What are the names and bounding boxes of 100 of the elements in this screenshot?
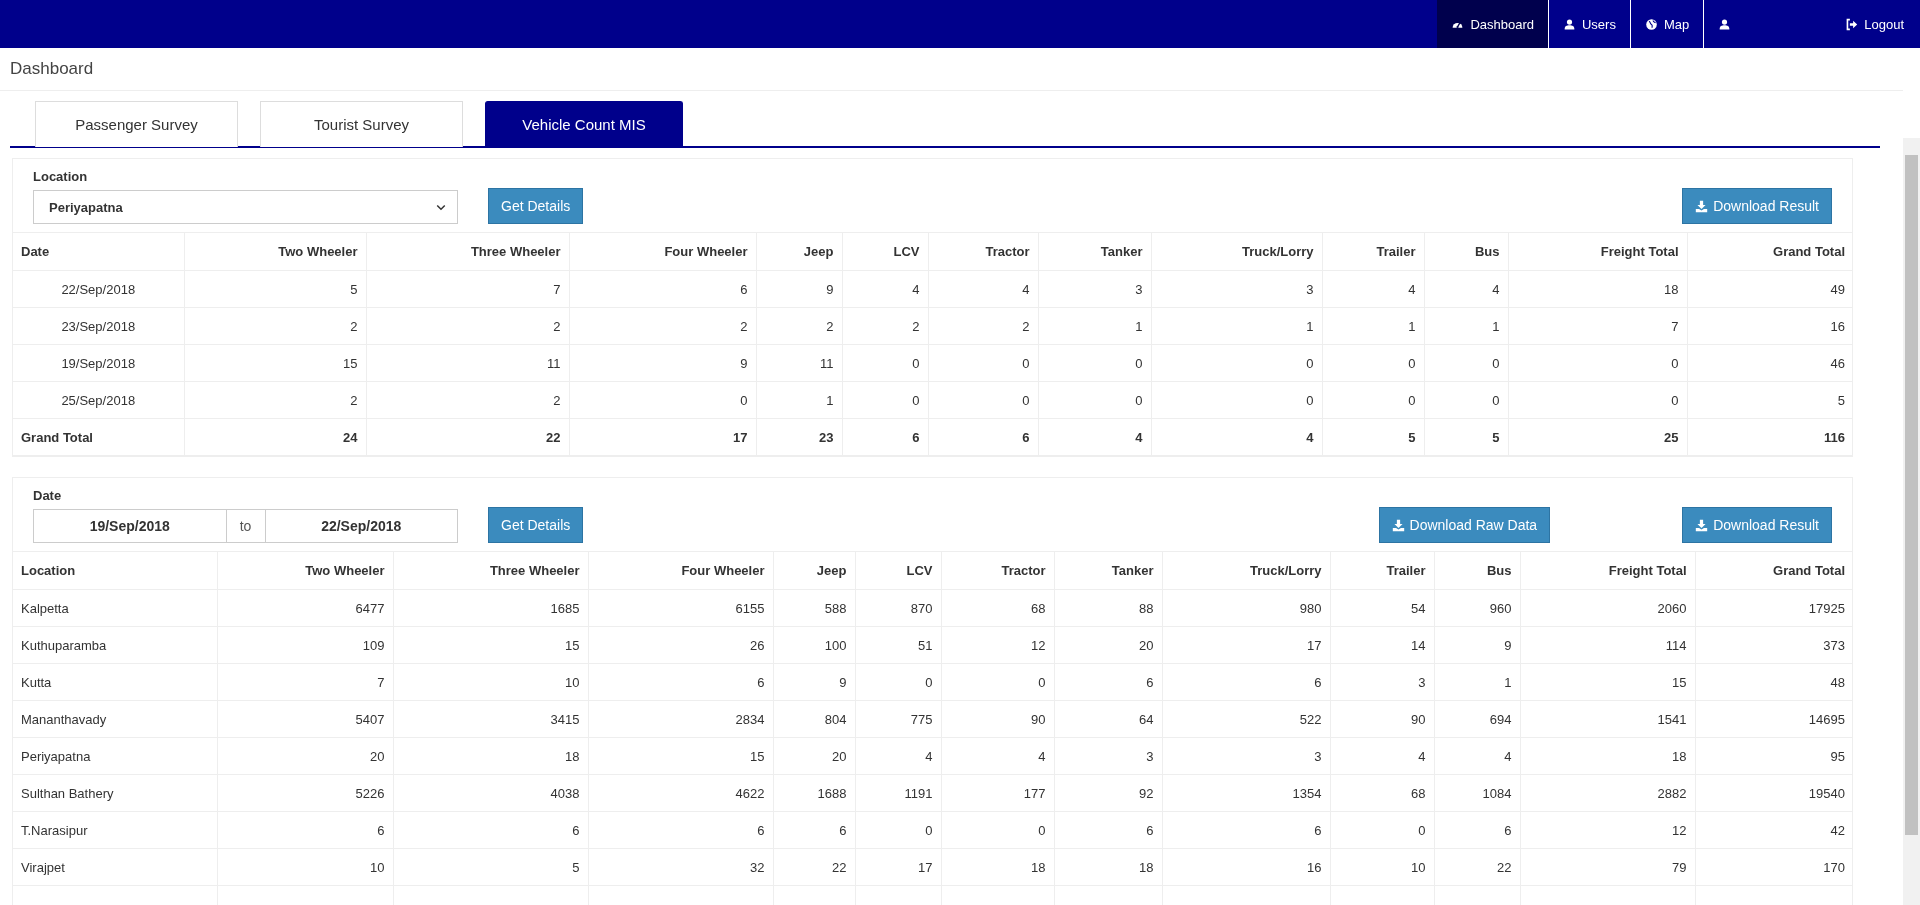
table-cell: 6 <box>588 663 773 701</box>
table-cell: 22 <box>1434 848 1520 886</box>
table-cell: 11 <box>366 344 569 382</box>
table-cell: 5 <box>393 848 588 886</box>
table-cell: 0 <box>1330 811 1434 849</box>
table-cell: 775 <box>855 700 941 738</box>
column-header: LCV <box>842 232 928 271</box>
table-cell: 100 <box>773 626 855 664</box>
table-cell: 18 <box>1054 848 1162 886</box>
table-cell: 2 <box>184 307 366 345</box>
table-cell: 4 <box>1424 270 1508 308</box>
row-label: 22/Sep/2018 <box>13 270 184 308</box>
table-cell: 23 <box>756 418 842 456</box>
table-cell: 18 <box>941 848 1054 886</box>
column-header: Two Wheeler <box>217 551 393 590</box>
table-cell: 3 <box>1330 663 1434 701</box>
table-cell: 10 <box>217 848 393 886</box>
column-header: Truck/Lorry <box>1162 551 1330 590</box>
table-cell: 2882 <box>1520 774 1695 812</box>
table-cell: 6477 <box>217 589 393 627</box>
table-cell: 18 <box>1520 737 1695 775</box>
tab[interactable]: Vehicle Count MIS <box>485 101 683 147</box>
table-cell: 4 <box>928 270 1038 308</box>
table-cell: 15 <box>1520 663 1695 701</box>
column-header: Trailer <box>1330 551 1434 590</box>
table-cell: 17 <box>1162 626 1330 664</box>
table-cell: 9 <box>569 344 756 382</box>
table-cell: 9 <box>773 663 855 701</box>
column-header: Grand Total <box>1687 232 1853 271</box>
table-cell: 7 <box>366 270 569 308</box>
table-cell: 6 <box>217 811 393 849</box>
column-header: Bus <box>1434 551 1520 590</box>
tab[interactable]: Tourist Survey <box>260 101 463 147</box>
table-cell: 54 <box>1330 589 1434 627</box>
location-select[interactable]: Periyapatna <box>33 190 458 224</box>
column-header: Location <box>13 551 217 590</box>
table-cell: 4 <box>855 737 941 775</box>
table-cell: 17 <box>569 418 756 456</box>
table-cell: 2 <box>184 381 366 419</box>
table-cell: 6 <box>1054 663 1162 701</box>
table-cell: 2 <box>756 307 842 345</box>
table-cell: 2834 <box>588 700 773 738</box>
table-cell: 0 <box>1038 381 1151 419</box>
table-cell: 90 <box>941 700 1054 738</box>
column-header: Four Wheeler <box>588 551 773 590</box>
table-cell: 4 <box>1038 418 1151 456</box>
table-cell: 12 <box>1520 811 1695 849</box>
table-cell: 1354 <box>1162 774 1330 812</box>
table-cell: 0 <box>1322 344 1424 382</box>
table-cell: 3 <box>1054 737 1162 775</box>
download-button[interactable]: Download Result <box>1682 507 1832 543</box>
column-header: Freight Total <box>1520 551 1695 590</box>
table-cell: 4 <box>1151 418 1322 456</box>
download-button[interactable]: Download Result <box>1682 188 1832 224</box>
table-cell: 694 <box>1434 700 1520 738</box>
table-cell: 20 <box>773 737 855 775</box>
table-cell: 7 <box>217 663 393 701</box>
table-cell: 14 <box>1330 626 1434 664</box>
table-cell: 0 <box>941 663 1054 701</box>
table-cell: 1 <box>1151 307 1322 345</box>
table-cell: 1685 <box>393 589 588 627</box>
table-cell: 2 <box>366 381 569 419</box>
get-details-button[interactable]: Get Details <box>488 188 584 224</box>
table-cell: 6 <box>588 811 773 849</box>
table-cell: 6 <box>928 418 1038 456</box>
column-header: Four Wheeler <box>569 232 756 271</box>
scrollbar-thumb[interactable] <box>1905 155 1918 835</box>
field-label: Date <box>33 488 63 503</box>
table-cell: 588 <box>773 589 855 627</box>
download-button[interactable]: Download Raw Data <box>1378 507 1551 543</box>
table-cell: 0 <box>928 344 1038 382</box>
table-cell: 2 <box>842 307 928 345</box>
table-cell: 15 <box>184 344 366 382</box>
row-label: Virajpet <box>13 848 217 886</box>
download-icon <box>1695 199 1709 213</box>
table-cell: 0 <box>855 811 941 849</box>
nav-link[interactable]: Users <box>1548 0 1630 48</box>
column-header: Truck/Lorry <box>1151 232 1322 271</box>
table-cell: 0 <box>842 381 928 419</box>
table-cell: 960 <box>1434 589 1520 627</box>
nav-link[interactable]: Dashboard <box>1437 0 1548 48</box>
user-icon <box>1563 17 1576 31</box>
logout-link[interactable]: Logout <box>1831 0 1920 48</box>
table-cell: 5 <box>1424 418 1508 456</box>
table-cell: 10 <box>1330 848 1434 886</box>
table-cell: 11 <box>756 344 842 382</box>
column-header: Bus <box>1424 232 1508 271</box>
get-details-button[interactable]: Get Details <box>488 507 584 543</box>
table-cell: 0 <box>569 381 756 419</box>
table-cell: 64 <box>1054 700 1162 738</box>
nav-link[interactable]: Map <box>1629 0 1704 48</box>
table-cell: 20 <box>1054 626 1162 664</box>
table-cell: 2060 <box>1520 589 1695 627</box>
table-cell: 1084 <box>1434 774 1520 812</box>
table-cell: 3 <box>1038 270 1151 308</box>
table-cell: 79 <box>1520 848 1695 886</box>
table-cell: 6155 <box>588 589 773 627</box>
tab[interactable]: Passenger Survey <box>35 101 238 147</box>
column-header: Three Wheeler <box>393 551 588 590</box>
table-cell: 3 <box>1151 270 1322 308</box>
